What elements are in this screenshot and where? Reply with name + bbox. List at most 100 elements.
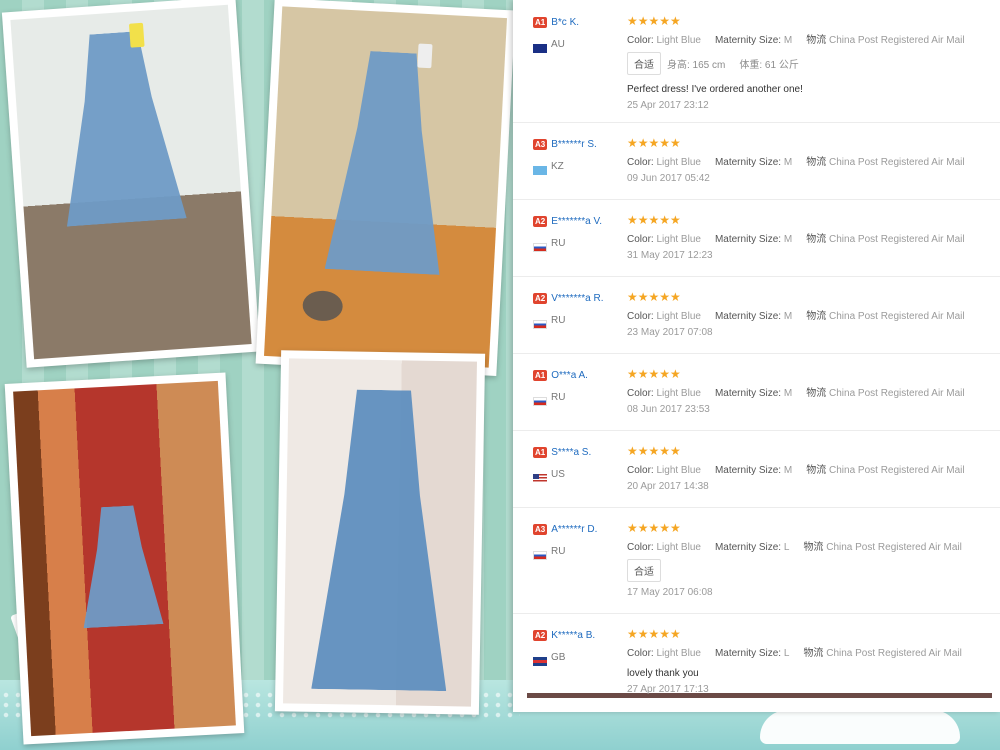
reviewer-name[interactable]: O***a A. xyxy=(551,370,588,381)
reviewer-info: A1 O***a A. RU xyxy=(533,367,588,407)
review-detail: ★★★★★ Color: Light Blue Maternity Size: M 物… xyxy=(627,367,987,415)
color-value: Light Blue xyxy=(656,648,701,659)
reviewer-name[interactable]: B*c K. xyxy=(551,17,579,28)
reviewer-info: A2 K*****a B. GB xyxy=(533,627,595,667)
reviewer-name[interactable]: A******r D. xyxy=(551,524,597,535)
size-value: M xyxy=(783,35,793,46)
reviewer-name[interactable]: E*******a V. xyxy=(551,216,602,227)
size-label: Maternity Size: xyxy=(714,388,782,399)
review-date: 31 May 2017 12:23 xyxy=(627,250,713,261)
color-label: Color: xyxy=(627,388,654,399)
review-date: 17 May 2017 06:08 xyxy=(627,587,713,598)
customer-photo-4[interactable] xyxy=(274,350,486,715)
country-code: US xyxy=(551,469,565,481)
color-label: Color: xyxy=(627,648,654,659)
review-tag: 体重: 61 公斤 xyxy=(739,60,799,71)
shipping-label: 物流 xyxy=(803,648,824,659)
customer-photo-2[interactable] xyxy=(255,0,516,377)
dress-image xyxy=(325,49,451,275)
shipping-value: China Post Registered Air Mail xyxy=(829,35,965,46)
buyer-level-badge: A3 xyxy=(533,139,548,151)
review-comment: Perfect dress! I've ordered another one! xyxy=(627,84,803,95)
color-label: Color: xyxy=(627,234,654,245)
reviewer-info: A2 E*******a V. RU xyxy=(533,213,602,253)
country-code: AU xyxy=(551,39,565,51)
review-item: A3 A******r D. RU ★★★★★ Color: Light Blue Mat… xyxy=(513,507,1000,614)
size-value: M xyxy=(783,465,793,476)
photo-scene xyxy=(283,358,477,707)
review-detail: ★★★★★ Color: Light Blue Maternity Size: M 物… xyxy=(627,290,987,338)
review-date: 27 Apr 2017 17:13 xyxy=(627,684,709,695)
dress-image xyxy=(77,504,163,628)
star-rating-icon: ★★★★★ xyxy=(627,521,681,535)
buyer-level-badge: A2 xyxy=(533,216,548,228)
color-value: Light Blue xyxy=(656,311,701,322)
reviewer-name[interactable]: K*****a B. xyxy=(551,630,595,641)
country-code: RU xyxy=(551,315,566,327)
country-flag-icon xyxy=(533,550,547,560)
color-label: Color: xyxy=(627,157,654,168)
review-item: A1 S****a S. US ★★★★★ Color: Light Blue Mater… xyxy=(513,430,1000,508)
reviewer-name[interactable]: V*******a R. xyxy=(551,293,603,304)
star-rating-icon: ★★★★★ xyxy=(627,627,681,641)
shipping-label: 物流 xyxy=(806,35,827,46)
country-flag-icon xyxy=(533,473,547,483)
color-value: Light Blue xyxy=(656,35,701,46)
star-rating-icon: ★★★★★ xyxy=(627,290,681,304)
review-date: 20 Apr 2017 14:38 xyxy=(627,481,709,492)
size-value: L xyxy=(783,542,790,553)
shipping-label: 物流 xyxy=(806,465,827,476)
star-rating-icon: ★★★★★ xyxy=(627,14,681,28)
star-rating-icon: ★★★★★ xyxy=(627,367,681,381)
reviewer-info: A2 V*******a R. RU xyxy=(533,290,604,330)
country-flag-icon xyxy=(533,319,547,329)
review-date: 08 Jun 2017 23:53 xyxy=(627,404,710,415)
color-label: Color: xyxy=(627,311,654,322)
star-rating-icon: ★★★★★ xyxy=(627,136,681,150)
order-info: Color: Light Blue Maternity Size: M 物流 Chi… xyxy=(627,31,987,46)
color-label: Color: xyxy=(627,542,654,553)
shipping-value: China Post Registered Air Mail xyxy=(829,465,965,476)
reviewer-info: A1 S****a S. US xyxy=(533,444,591,484)
color-value: Light Blue xyxy=(656,234,701,245)
customer-photo-1[interactable] xyxy=(1,0,261,368)
size-label: Maternity Size: xyxy=(714,157,782,168)
country-code: KZ xyxy=(551,161,564,173)
cat-image xyxy=(301,289,344,322)
shipping-value: China Post Registered Air Mail xyxy=(829,234,965,245)
phone-icon xyxy=(417,43,433,69)
country-flag-icon xyxy=(533,43,547,53)
country-code: RU xyxy=(551,546,566,558)
size-value: M xyxy=(783,311,793,322)
shipping-value: China Post Registered Air Mail xyxy=(829,157,965,168)
reviewer-name[interactable]: S****a S. xyxy=(551,447,591,458)
review-item: A2 V*******a R. RU ★★★★★ Color: Light Blue Ma… xyxy=(513,276,1000,354)
color-value: Light Blue xyxy=(656,388,701,399)
order-info: Color: Light Blue Maternity Size: M 物流 Chi… xyxy=(627,461,987,476)
country-flag-icon xyxy=(533,396,547,406)
shipping-label: 物流 xyxy=(806,388,827,399)
star-rating-icon: ★★★★★ xyxy=(627,444,681,458)
size-label: Maternity Size: xyxy=(714,648,782,659)
reviewer-name[interactable]: B******r S. xyxy=(551,139,597,150)
photo-scene xyxy=(13,380,236,737)
review-date: 25 Apr 2017 23:12 xyxy=(627,100,709,111)
color-value: Light Blue xyxy=(656,465,701,476)
customer-photo-3[interactable] xyxy=(4,372,245,745)
review-item: A2 E*******a V. RU ★★★★★ Color: Light Blue Ma… xyxy=(513,199,1000,277)
color-label: Color: xyxy=(627,465,654,476)
shipping-value: China Post Registered Air Mail xyxy=(826,648,962,659)
review-tags: 合适 xyxy=(627,559,987,582)
reviewer-info: A3 A******r D. RU xyxy=(533,521,597,561)
buyer-level-badge: A2 xyxy=(533,630,548,642)
review-detail: ★★★★★ Color: Light Blue Maternity Size: M 物… xyxy=(627,213,987,261)
photo-scene xyxy=(263,6,508,368)
order-info: Color: Light Blue Maternity Size: L 物流 Chi… xyxy=(627,538,987,553)
shipping-value: China Post Registered Air Mail xyxy=(829,388,965,399)
color-value: Light Blue xyxy=(656,542,701,553)
country-flag-icon xyxy=(533,656,547,666)
review-item: A2 K*****a B. GB ★★★★★ Color: Light Blue Mate… xyxy=(513,613,1000,712)
photo-scene xyxy=(10,4,252,360)
shipping-label: 物流 xyxy=(803,542,824,553)
reviews-panel: A1 B*c K. AU ★★★★★ Color: Light Blue Maternit… xyxy=(513,0,1000,712)
